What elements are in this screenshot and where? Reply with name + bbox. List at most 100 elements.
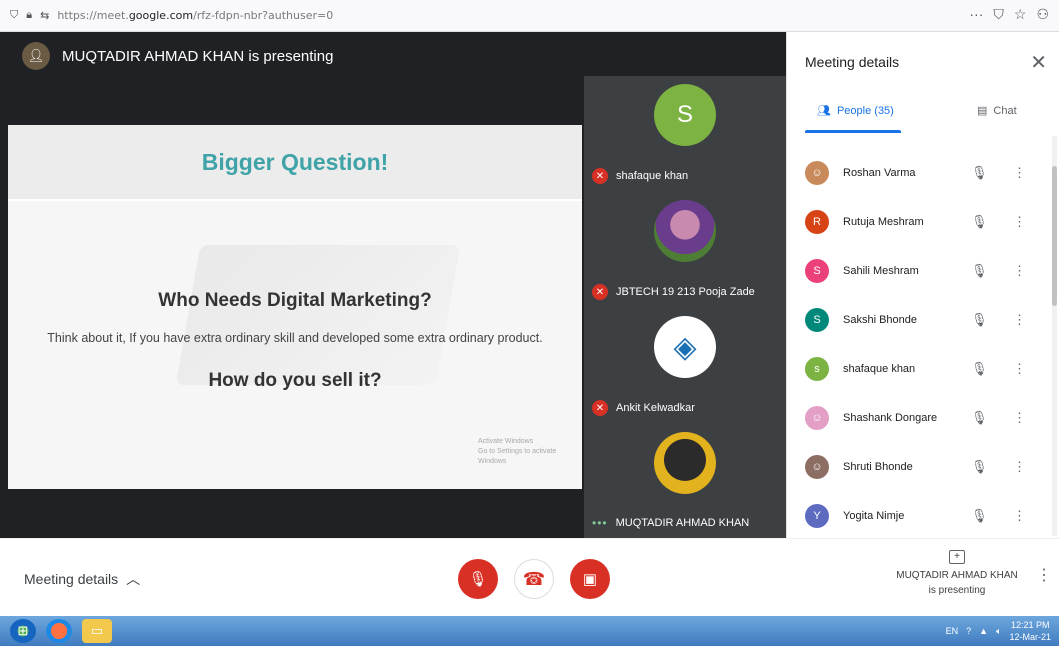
url-bar-actions: ··· ⛉ ☆ ⚇ [969, 6, 1049, 23]
more-vert-icon[interactable]: ⋮ [1013, 410, 1026, 426]
presenting-name: MUQTADIR AHMAD KHAN [896, 570, 1018, 581]
list-item[interactable]: S Sahili Meshram 🎙︎ ⋮ [787, 246, 1053, 295]
more-vert-icon[interactable]: ⋮ [1013, 361, 1026, 377]
close-panel-button[interactable]: ✕ [1030, 50, 1047, 75]
list-item[interactable]: ☺ Shashank Dongare 🎙︎ ⋮ [787, 393, 1053, 442]
panel-title: Meeting details [805, 54, 900, 70]
participant-name: JBTECH 19 213 Pooja Zade [616, 286, 755, 298]
camera-off-icon: ▣ [582, 571, 598, 588]
participant-name: shafaque khan [616, 170, 689, 182]
list-item[interactable]: ☺ Roshan Varma 🎙︎ ⋮ [787, 148, 1053, 197]
present-screen-icon: + [949, 550, 965, 564]
shield-icon[interactable]: ⛉ [10, 9, 18, 22]
help-icon[interactable]: ? [966, 626, 971, 636]
person-name: Shashank Dongare [843, 411, 938, 424]
folder-icon: ▭ [90, 623, 104, 638]
tab-people[interactable]: 👥︎ People (35) [817, 104, 894, 118]
leave-call-button[interactable]: ☎︎ [514, 559, 554, 599]
activate-line-2: Go to Settings to activate Windows [478, 448, 557, 465]
scrollbar-thumb[interactable] [1052, 166, 1057, 306]
person-name: Roshan Varma [843, 166, 916, 179]
more-vert-icon[interactable]: ⋮ [1013, 312, 1026, 328]
slide-question-1: Who Needs Digital Marketing? [158, 290, 432, 311]
participant-tile[interactable]: ✕ JBTECH 19 213 Pooja Zade [584, 192, 786, 308]
participant-tile[interactable]: S ✕ shafaque khan [584, 76, 786, 192]
person-avatar: ☺ [805, 405, 829, 430]
mic-toggle-button[interactable]: 🎙︎ [458, 559, 498, 599]
participant-avatar [654, 432, 716, 494]
clock-time: 12:21 PM [1010, 620, 1050, 630]
volume-icon[interactable]: 🔈︎ [996, 626, 1001, 637]
chevron-up-icon: ︿ [126, 571, 141, 587]
page-actions-button[interactable]: ··· [969, 6, 983, 23]
mic-off-icon[interactable]: 🎙︎ [971, 508, 988, 524]
network-icon[interactable]: ▲ [979, 626, 988, 636]
more-vert-icon[interactable]: ⋮ [1013, 214, 1026, 230]
list-item[interactable]: S Sakshi Bhonde 🎙︎ ⋮ [787, 295, 1053, 344]
meeting-control-bar: Meeting details ︿ 🎙︎ ☎︎ ▣ + MUQTADIR AHM… [0, 538, 1059, 616]
lock-icon[interactable]: 🔒︎ [26, 9, 32, 22]
system-clock[interactable]: 12:21 PM 12-Mar-21 [1009, 619, 1051, 643]
permissions-icon[interactable]: ⇆ [40, 9, 49, 22]
participant-avatar: S [654, 84, 716, 146]
tab-chat[interactable]: ▤ Chat [977, 104, 1017, 118]
presenter-banner-text: MUQTADIR AHMAD KHAN is presenting [62, 47, 334, 65]
person-name: Yogita Nimje [843, 509, 905, 522]
mic-off-icon[interactable]: 🎙︎ [971, 312, 988, 328]
list-item[interactable]: R Rutuja Meshram 🎙︎ ⋮ [787, 197, 1053, 246]
pocket-icon[interactable]: ⛉ [993, 6, 1004, 23]
list-item[interactable]: ☺ Shruti Bhonde 🎙︎ ⋮ [787, 442, 1053, 491]
file-explorer-taskbar-icon[interactable]: ▭ [82, 619, 112, 643]
camera-toggle-button[interactable]: ▣ [570, 559, 610, 599]
mic-off-icon: ✕ [592, 168, 608, 184]
mic-off-icon[interactable]: 🎙︎ [971, 263, 988, 279]
list-item[interactable]: s shafaque khan 🎙︎ ⋮ [787, 344, 1053, 393]
more-vert-icon[interactable]: ⋮ [1013, 459, 1026, 475]
participant-tile[interactable]: ◈ ✕ Ankit Kelwadkar [584, 308, 786, 424]
url-bar-icons: ⛉ 🔒︎ ⇆ [0, 9, 49, 22]
person-avatar: ☺ [805, 454, 829, 479]
more-vert-icon[interactable]: ⋮ [1013, 508, 1026, 524]
person-avatar: S [805, 307, 829, 332]
address-field[interactable]: https://meet.google.com/rfz-fdpn-nbr?aut… [57, 9, 333, 22]
participant-tile[interactable]: ••• MUQTADIR AHMAD KHAN [584, 424, 786, 540]
browser-url-bar: ⛉ 🔒︎ ⇆ https://meet.google.com/rfz-fdpn-… [0, 0, 1059, 32]
slide-background-image [175, 245, 461, 385]
mic-off-icon[interactable]: 🎙︎ [971, 410, 988, 426]
mic-off-icon[interactable]: 🎙︎ [971, 361, 988, 377]
mic-off-icon[interactable]: 🎙︎ [971, 214, 988, 230]
url-suffix: /rfz-fdpn-nbr?authuser=0 [193, 9, 334, 22]
hang-up-icon: ☎︎ [522, 568, 546, 589]
mic-off-icon[interactable]: 🎙︎ [971, 459, 988, 475]
presenting-status[interactable]: + MUQTADIR AHMAD KHAN is presenting [882, 549, 1032, 598]
url-domain: google.com [128, 9, 194, 22]
more-options-button[interactable]: ⋮ [1036, 565, 1052, 585]
presenter-avatar: 👤︎ [22, 42, 50, 70]
people-list-scrollbar[interactable] [1052, 136, 1057, 536]
account-icon[interactable]: ⚇ [1036, 6, 1049, 23]
presenting-status-text: is presenting [928, 585, 986, 596]
mic-off-icon: 🎙︎ [468, 571, 488, 588]
meeting-details-button[interactable]: Meeting details ︿ [24, 569, 140, 589]
close-icon: ✕ [1030, 52, 1047, 74]
active-tab-indicator [805, 130, 901, 133]
more-vert-icon[interactable]: ⋮ [1013, 165, 1026, 181]
language-indicator[interactable]: EN [946, 626, 959, 636]
meeting-stage: 👤︎ MUQTADIR AHMAD KHAN is presenting Big… [0, 32, 786, 538]
speaking-indicator-icon: ••• [592, 516, 608, 530]
person-avatar: Y [805, 503, 829, 528]
firefox-taskbar-icon[interactable] [46, 619, 72, 643]
mic-off-icon[interactable]: 🎙︎ [971, 165, 988, 181]
people-list: ☺ Roshan Varma 🎙︎ ⋮ R Rutuja Meshram 🎙︎ … [787, 136, 1053, 538]
person-avatar: S [805, 258, 829, 283]
list-item[interactable]: Y Yogita Nimje 🎙︎ ⋮ [787, 491, 1053, 538]
person-avatar: s [805, 356, 829, 381]
start-button[interactable]: ⊞ [10, 619, 36, 643]
more-vert-icon[interactable]: ⋮ [1013, 263, 1026, 279]
tab-chat-label: Chat [993, 104, 1017, 117]
windows-logo-icon: ⊞ [17, 623, 29, 638]
participant-tiles: S ✕ shafaque khan ✕ JBTECH 19 213 Pooja Za… [584, 76, 786, 538]
bookmark-star-icon[interactable]: ☆ [1014, 6, 1027, 23]
activate-windows-watermark: Activate Windows Go to Settings to activ… [478, 437, 582, 467]
slide-body-text: Think about it, If you have extra ordina… [47, 331, 543, 345]
